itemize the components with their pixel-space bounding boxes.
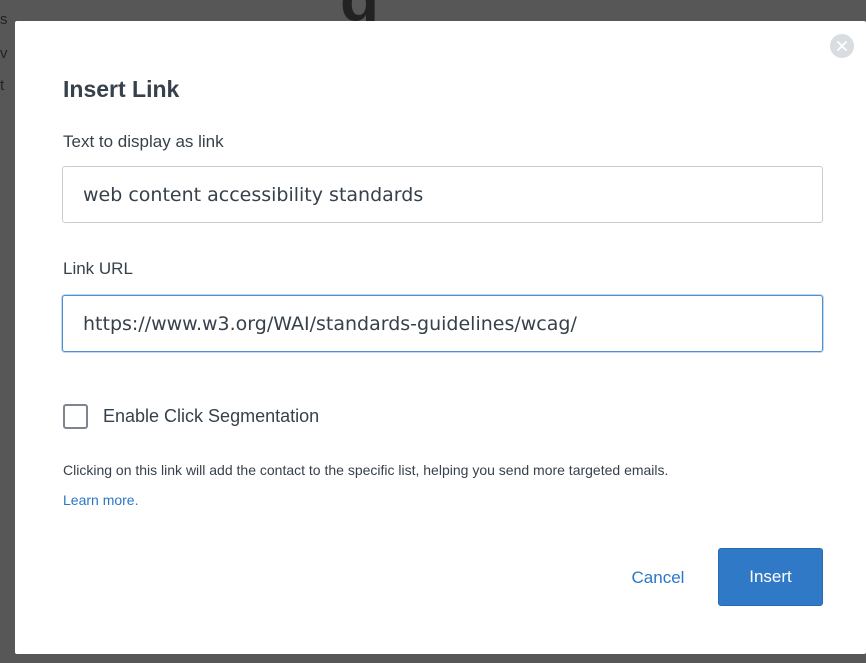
close-button[interactable] — [830, 34, 854, 58]
display-text-input[interactable] — [62, 166, 823, 223]
click-segmentation-label: Enable Click Segmentation — [103, 405, 320, 426]
link-url-label: Link URL — [63, 259, 133, 278]
click-segmentation-checkbox[interactable] — [63, 403, 88, 429]
close-icon — [837, 41, 847, 51]
insert-button[interactable]: Insert — [718, 548, 823, 606]
display-text-label: Text to display as link — [63, 132, 224, 151]
learn-more-link[interactable]: Learn more. — [63, 492, 138, 508]
help-text: Clicking on this link will add the conta… — [63, 462, 669, 478]
modal-title: Insert Link — [63, 76, 180, 102]
insert-link-modal: Insert Link Text to display as link Link… — [15, 21, 866, 654]
cancel-button[interactable]: Cancel — [615, 549, 701, 607]
link-url-input[interactable] — [62, 295, 823, 352]
click-segmentation-option[interactable]: Enable Click Segmentation — [63, 402, 319, 430]
